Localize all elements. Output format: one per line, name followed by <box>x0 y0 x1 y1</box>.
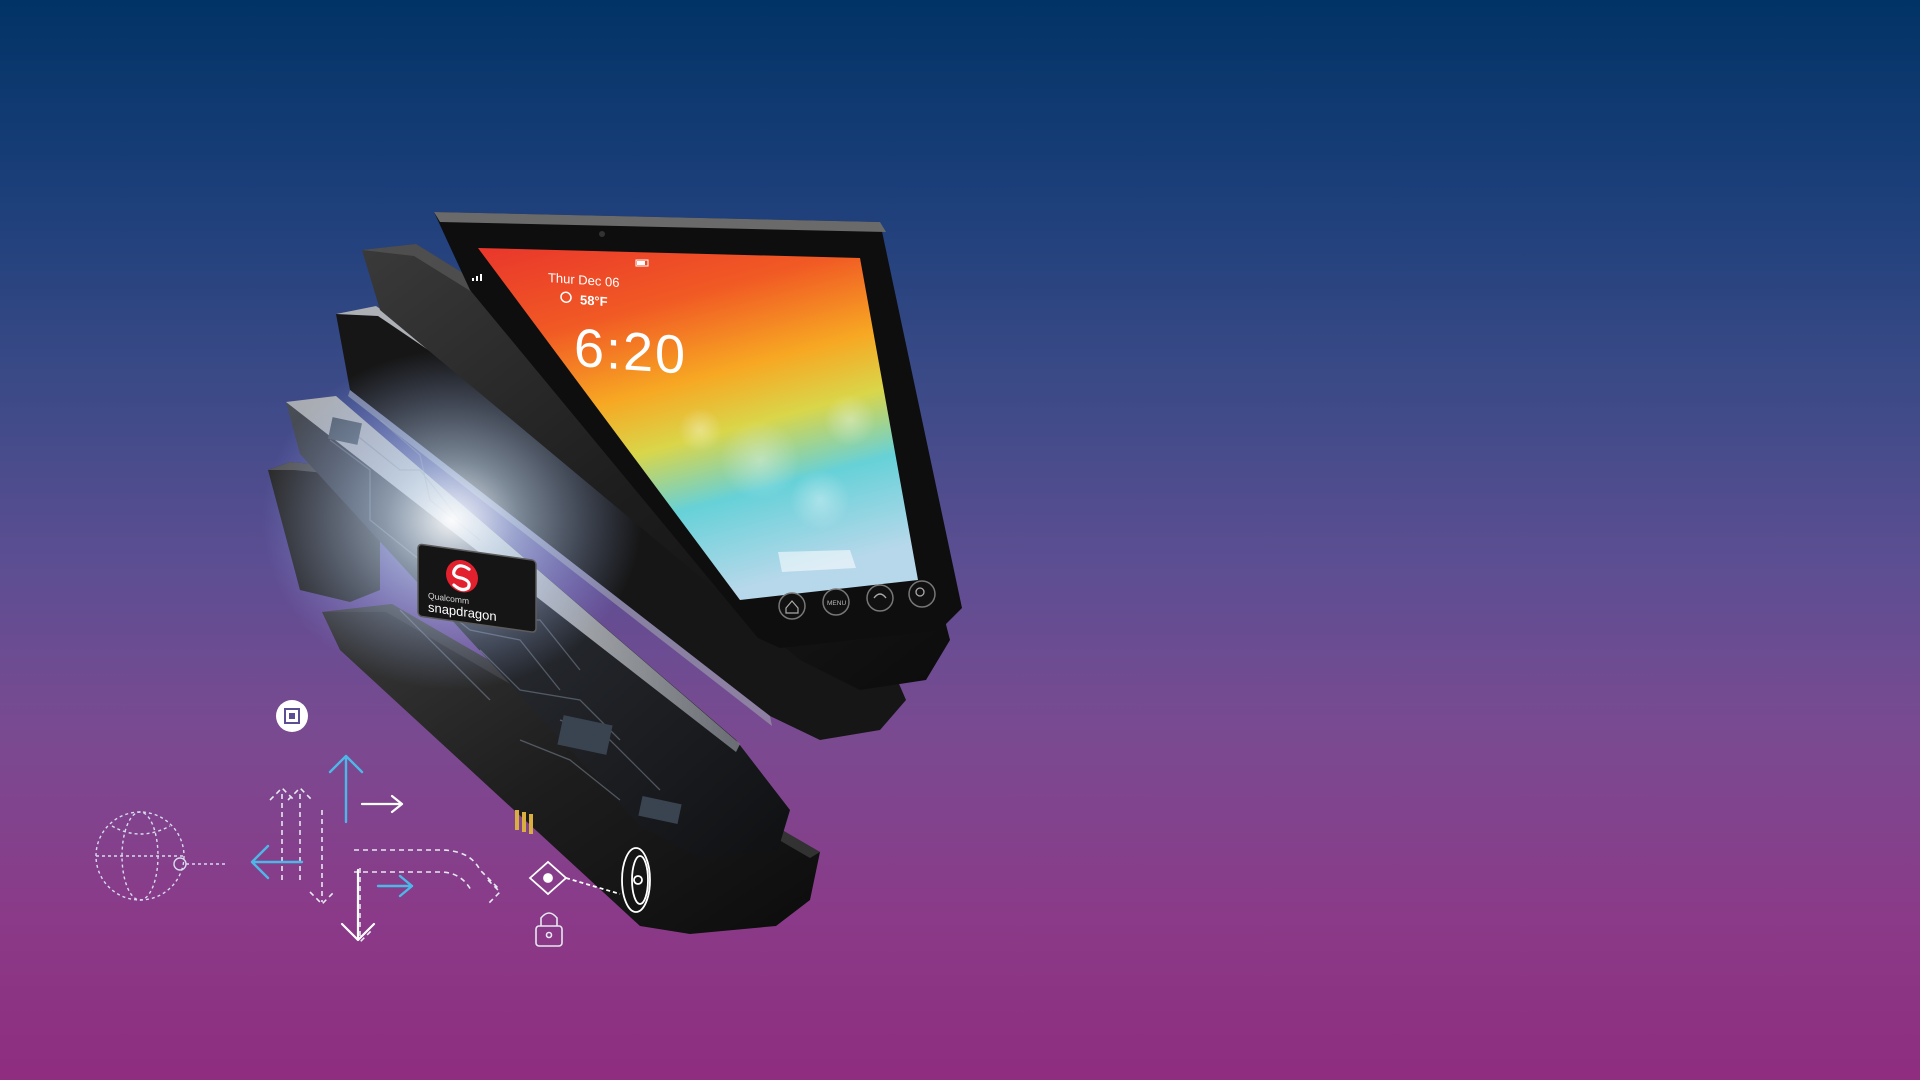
arrow-right-dashed-icon <box>354 849 502 905</box>
arrow-right-icon <box>376 874 414 898</box>
arrow-down-icon <box>340 868 376 942</box>
arrow-up-icon <box>328 754 364 824</box>
back-button <box>866 584 894 612</box>
lock-screen-time: 6:20 <box>574 318 687 386</box>
arrow-right-dashed-icon-2 <box>354 871 473 893</box>
arrow-up-dashed-icon <box>269 786 295 880</box>
menu-button-label: MENU <box>827 600 846 607</box>
chip-icon <box>276 700 308 732</box>
home-button <box>778 592 806 620</box>
lock-screen-weather: 58°F <box>580 292 608 309</box>
arrow-up-dashed-icon-2 <box>287 786 313 880</box>
front-camera <box>599 231 605 237</box>
arrow-right-small-icon <box>360 794 404 814</box>
search-button <box>908 580 936 608</box>
lock-icon <box>535 912 563 947</box>
arrow-down-dashed-icon <box>309 810 335 906</box>
exploded-phone-illustration: Qualcomm snapdragon Thur Dec 06 58°F 6:2… <box>95 212 962 947</box>
arrow-left-icon <box>250 844 304 880</box>
globe-icon <box>95 811 226 901</box>
